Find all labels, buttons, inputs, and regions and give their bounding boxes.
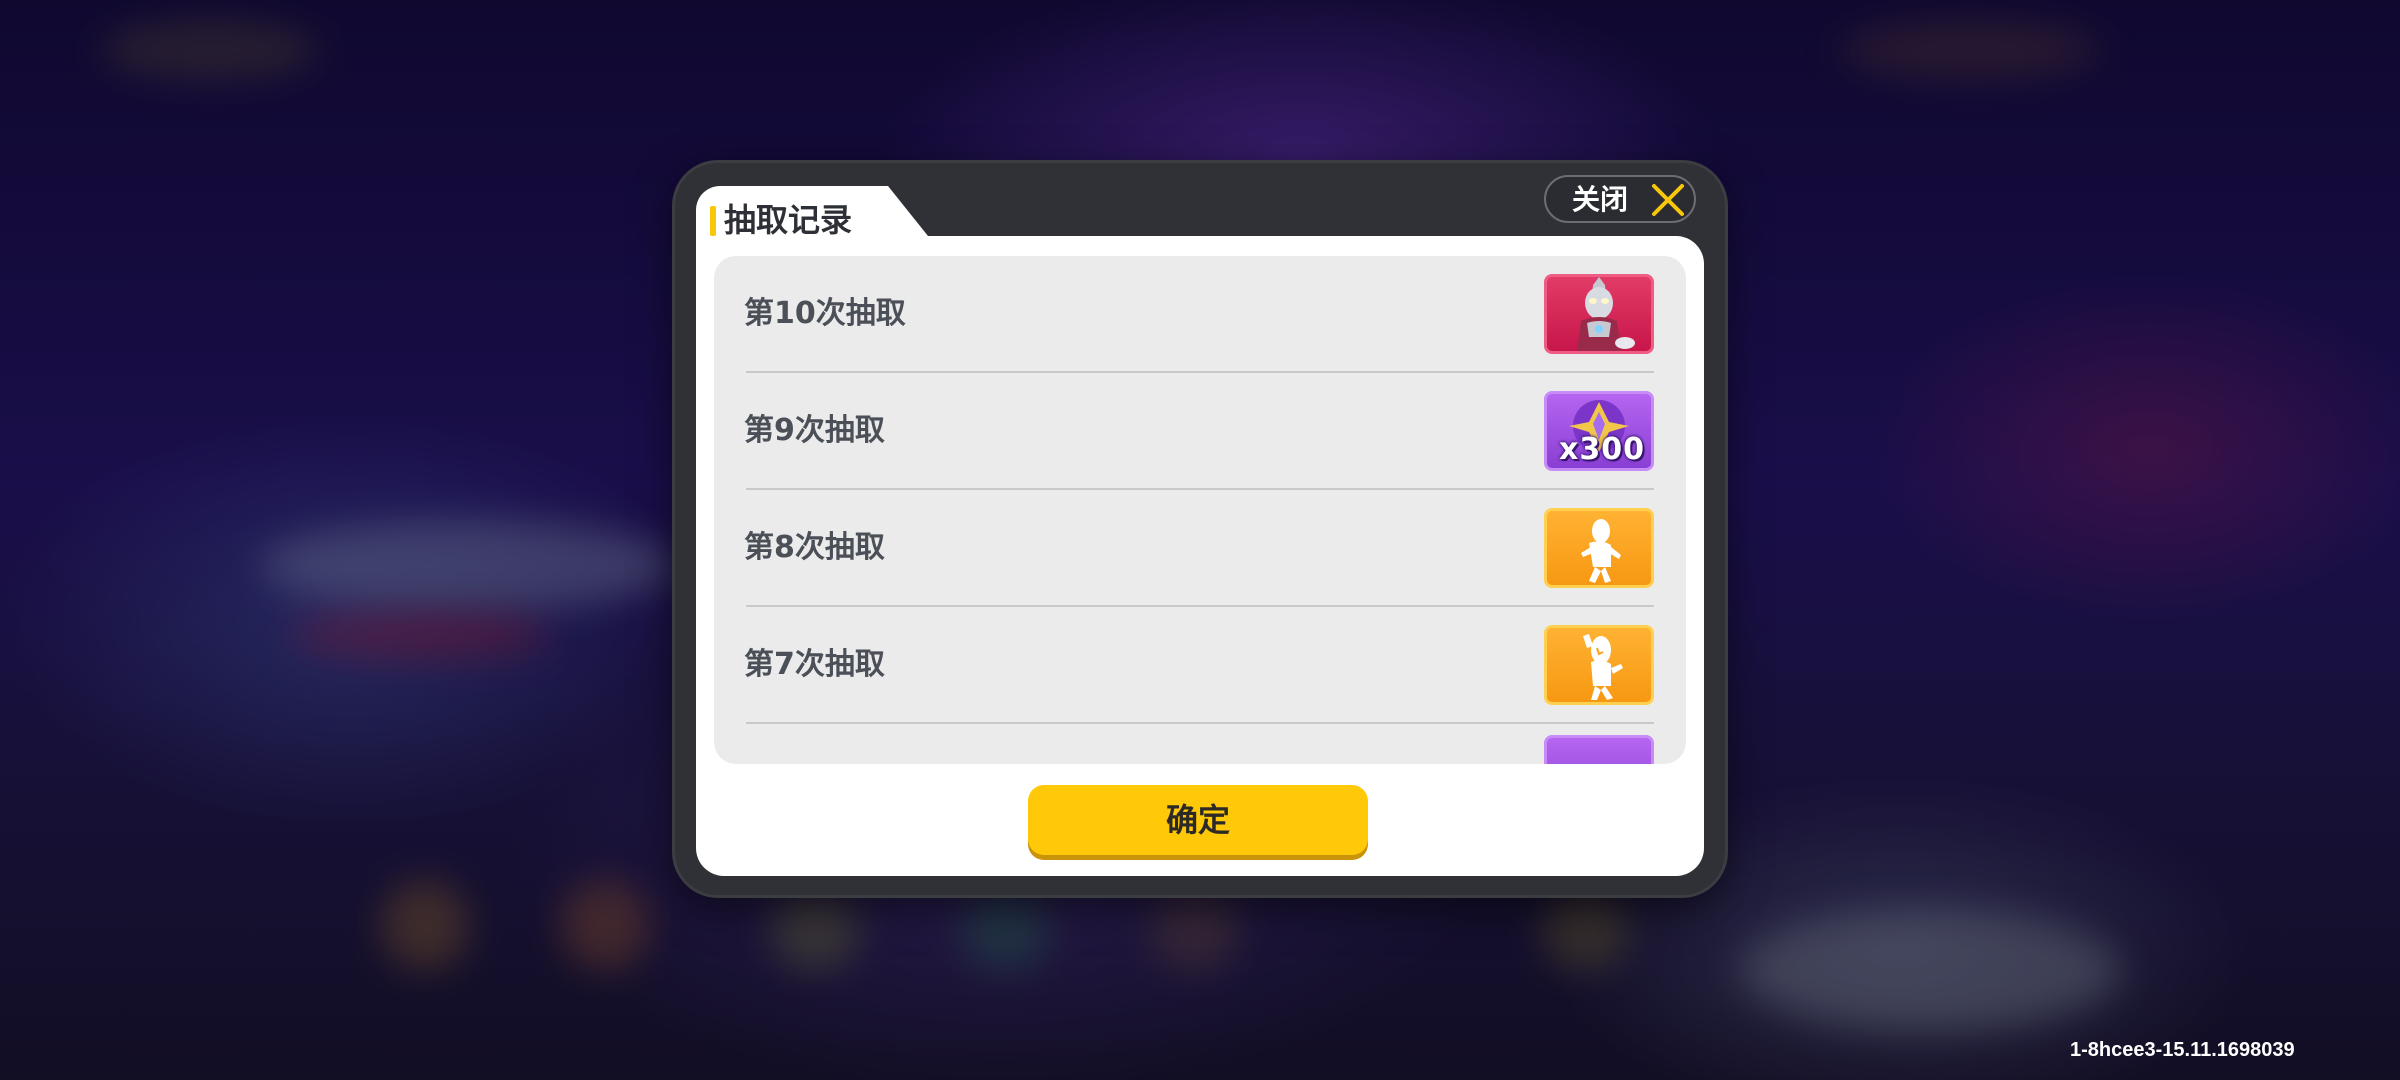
record-label: 第8次抽取	[744, 530, 885, 565]
reward-quantity: x300	[1559, 432, 1645, 467]
list-item: 第7次抽取	[714, 607, 1686, 724]
reward-item[interactable]	[1544, 735, 1654, 764]
list-item: 第9次抽取 x300	[714, 373, 1686, 490]
record-label: 第10次抽取	[744, 296, 906, 331]
waving-character-emote-icon	[1583, 634, 1623, 700]
reward-item[interactable]	[1544, 274, 1654, 354]
record-label: 第7次抽取	[744, 647, 885, 682]
close-button[interactable]: 关闭	[1544, 175, 1696, 223]
confirm-button-label: 确定	[1165, 801, 1230, 839]
reward-item[interactable]	[1544, 625, 1654, 705]
draw-record-dialog: 抽取记录 关闭 第10次抽取 第9次抽取 x300 第8次抽取 第7次抽取 确定	[672, 160, 1728, 898]
list-item: 第8次抽取	[714, 490, 1686, 607]
record-list[interactable]: 第10次抽取 第9次抽取 x300 第8次抽取 第7次抽取	[714, 256, 1686, 764]
reward-item[interactable]	[1544, 508, 1654, 588]
version-label: 1-8hcee3-15.11.1698039	[2070, 1039, 2295, 1061]
dialog-title: 抽取记录	[724, 201, 853, 239]
list-item	[714, 724, 1686, 764]
confirm-button[interactable]: 确定	[1028, 785, 1368, 855]
list-item: 第10次抽取	[714, 256, 1686, 373]
reward-item[interactable]: x300	[1544, 391, 1654, 471]
close-button-label: 关闭	[1572, 183, 1629, 216]
dancing-character-emote-icon	[1581, 519, 1621, 583]
title-accent-bar	[710, 206, 716, 236]
dialog-body: 第10次抽取 第9次抽取 x300 第8次抽取 第7次抽取 确定	[696, 236, 1704, 876]
close-icon	[1652, 184, 1684, 216]
ultraman-figure-icon	[1577, 277, 1635, 351]
record-label: 第9次抽取	[744, 413, 885, 448]
